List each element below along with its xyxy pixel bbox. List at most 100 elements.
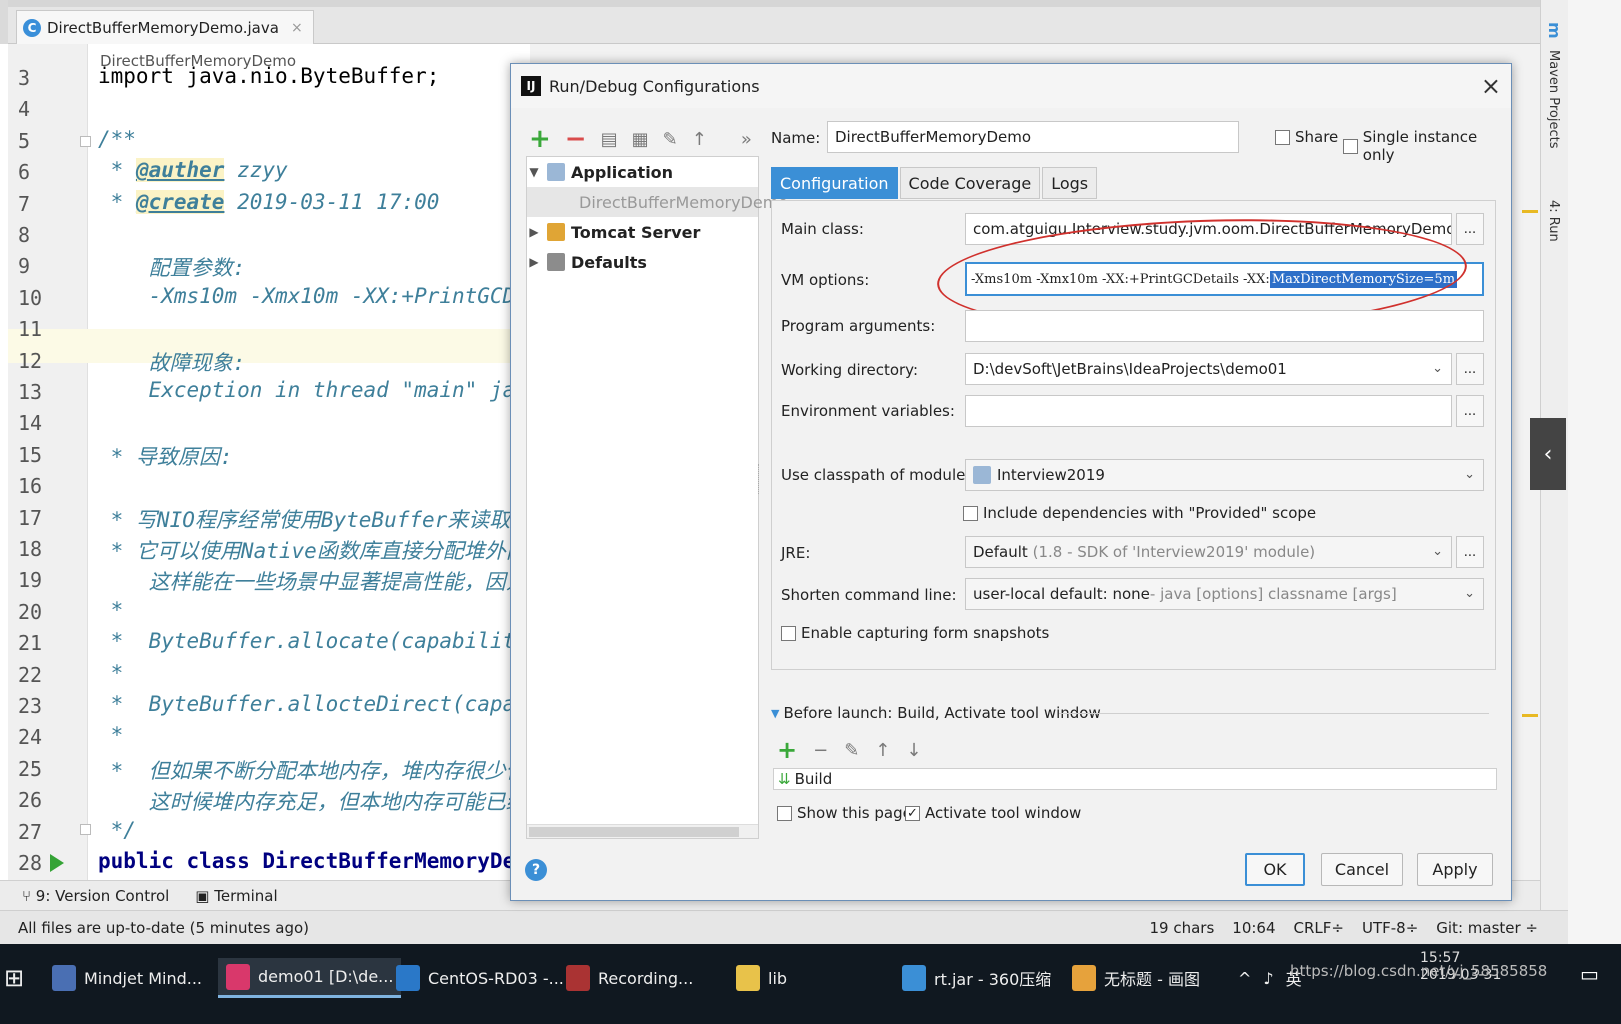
tree-tomcat[interactable]: ▶ Tomcat Server (527, 217, 758, 247)
taskbar-item[interactable]: 无标题 - 画图 (1072, 958, 1200, 998)
apply-button[interactable]: Apply (1417, 853, 1493, 886)
checkbox-box[interactable] (1275, 129, 1290, 145)
checkbox-box[interactable] (963, 505, 978, 521)
browse-main-class-button[interactable]: ... (1456, 213, 1484, 245)
single-instance-checkbox[interactable]: Single instance only (1343, 128, 1511, 164)
add-icon[interactable]: + (777, 736, 797, 764)
taskbar-item[interactable]: demo01 [D:\de... (218, 958, 402, 998)
show-page-checkbox[interactable]: Show this page (777, 804, 912, 822)
line-number: 7 (18, 191, 31, 216)
version-control-button[interactable]: ⑂ 9: Version Control (22, 887, 169, 905)
save-icon[interactable]: ▦ (632, 129, 649, 150)
classpath-select[interactable]: Interview2019 ⌄ (965, 459, 1484, 491)
code-editor[interactable]: 3 import java.nio.ByteBuffer; 4 5/** 6 * @au… (0, 44, 530, 910)
fold-icon[interactable] (80, 136, 91, 147)
chevron-down-icon[interactable]: ▼ (527, 165, 541, 179)
ok-button[interactable]: OK (1245, 853, 1305, 886)
code-line: 配置参数: (98, 256, 246, 281)
working-dir-field[interactable]: D:\devSoft\JetBrains\IdeaProjects\demo01… (965, 353, 1452, 385)
help-icon[interactable]: ? (525, 859, 547, 881)
taskbar-item[interactable]: lib (736, 958, 787, 998)
git-branch[interactable]: Git: master ÷ (1436, 919, 1538, 937)
run-tool-button[interactable]: 4: Run (1546, 200, 1561, 242)
name-field[interactable]: DirectBufferMemoryDemo (827, 121, 1239, 153)
chevron-down-icon[interactable]: ⌄ (1432, 361, 1443, 376)
copy-icon[interactable]: ▤ (601, 129, 618, 150)
fold-icon[interactable] (80, 824, 91, 835)
file-encoding[interactable]: UTF-8÷ (1362, 919, 1418, 937)
tab-configuration[interactable]: Configuration (771, 167, 898, 199)
program-args-field[interactable] (965, 310, 1484, 342)
chevron-down-icon[interactable]: ▼ (771, 707, 779, 720)
tree-defaults[interactable]: ▶ Defaults (527, 247, 758, 277)
env-vars-button[interactable]: ... (1456, 395, 1484, 427)
error-stripe-marker[interactable] (1522, 210, 1538, 213)
maven-icon[interactable]: m (1545, 22, 1564, 39)
checkbox-box[interactable] (781, 625, 796, 641)
chevron-down-icon[interactable]: ⌄ (1464, 586, 1475, 601)
windows-start-icon[interactable]: ⊞ (4, 958, 44, 998)
chevron-right-icon[interactable]: ▶ (527, 255, 541, 269)
taskbar-item[interactable]: rt.jar - 360压缩 (902, 958, 1051, 998)
scroll-thumb[interactable] (529, 827, 739, 837)
line-separator[interactable]: CRLF÷ (1294, 919, 1344, 937)
remove-icon[interactable]: − (565, 124, 587, 154)
line-number: 4 (18, 97, 31, 122)
tree-selected-config[interactable]: DirectBufferMemoryDemo (527, 187, 788, 217)
before-launch-header[interactable]: ▼ Before launch: Build, Activate tool wi… (771, 704, 1101, 722)
error-stripe-marker[interactable] (1522, 714, 1538, 717)
tree-application[interactable]: ▼ Application (527, 157, 758, 187)
notifications-icon[interactable]: ▭ (1580, 962, 1599, 986)
build-item[interactable]: Build (795, 770, 833, 788)
move-down-icon[interactable]: ↓ (906, 740, 921, 761)
chevron-down-icon[interactable]: ⌄ (1432, 544, 1443, 559)
working-dir-label: Working directory: (781, 361, 919, 379)
splitter-handle[interactable] (758, 464, 761, 494)
more-icon[interactable]: » (741, 129, 752, 150)
checkbox-box[interactable] (777, 805, 792, 821)
taskbar-item[interactable]: CentOS-RD03 -... (396, 958, 564, 998)
breadcrumb[interactable]: DirectBufferMemoryDemo (100, 52, 296, 70)
collapse-panel-icon[interactable]: ‹ (1530, 418, 1566, 490)
chevron-right-icon[interactable]: ▶ (527, 225, 541, 239)
tray-volume-icon[interactable]: ♪ (1263, 969, 1273, 988)
tab-logs[interactable]: Logs (1042, 167, 1098, 199)
checkbox-box[interactable]: ✓ (905, 805, 920, 821)
add-icon[interactable]: + (529, 124, 551, 154)
jre-select[interactable]: Default (1.8 - SDK of 'Interview2019' mo… (965, 536, 1452, 568)
shorten-value: user-local default: none (973, 585, 1150, 603)
terminal-button[interactable]: ▣ Terminal (195, 887, 277, 905)
share-checkbox[interactable]: Share (1275, 128, 1338, 146)
tree-scrollbar[interactable] (527, 824, 758, 838)
browse-dir-button[interactable]: ... (1456, 353, 1484, 385)
tray-chevron-icon[interactable]: ^ (1238, 969, 1251, 988)
activate-window-checkbox[interactable]: ✓ Activate tool window (905, 804, 1081, 822)
editor-file-tab[interactable]: C DirectBufferMemoryDemo.java × (16, 10, 314, 44)
edit-icon[interactable]: ✎ (844, 740, 859, 761)
remove-icon[interactable]: − (813, 740, 828, 761)
caret-position[interactable]: 10:64 (1232, 919, 1275, 937)
code-line: * ByteBuffer.allocate(capability) (98, 629, 530, 654)
include-deps-checkbox[interactable]: Include dependencies with "Provided" sco… (963, 504, 1316, 522)
jre-label: JRE: (781, 544, 811, 562)
checkbox-box[interactable] (1343, 138, 1358, 154)
dialog-title: Run/Debug Configurations (549, 76, 760, 96)
move-up-icon[interactable]: ↑ (692, 129, 707, 150)
taskbar-item[interactable]: Mindjet Mind... (52, 958, 202, 998)
maven-projects-button[interactable]: Maven Projects (1546, 50, 1561, 149)
chevron-down-icon[interactable]: ⌄ (1464, 467, 1475, 482)
taskbar-item[interactable]: Recording... (566, 958, 693, 998)
cancel-button[interactable]: Cancel (1321, 853, 1403, 886)
line-number: 24 (18, 725, 43, 750)
move-up-icon[interactable]: ↑ (875, 740, 890, 761)
close-icon[interactable]: × (291, 20, 303, 36)
shorten-cmd-select[interactable]: user-local default: none - java [options… (965, 578, 1484, 610)
env-vars-field[interactable] (965, 395, 1452, 427)
tab-code-coverage[interactable]: Code Coverage (899, 167, 1041, 199)
run-gutter-icon[interactable] (50, 854, 64, 872)
checkbox-label: Share (1295, 128, 1339, 146)
jre-browse-button[interactable]: ... (1456, 536, 1484, 568)
wrench-icon[interactable]: ✎ (663, 129, 678, 150)
close-icon[interactable]: × (1481, 72, 1501, 100)
snapshots-checkbox[interactable]: Enable capturing form snapshots (781, 624, 1049, 642)
